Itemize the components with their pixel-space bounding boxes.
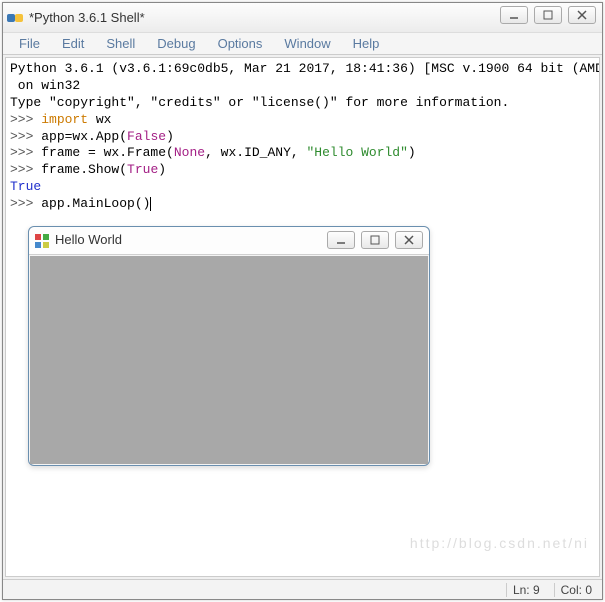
status-line: Ln: 9 bbox=[506, 583, 546, 597]
menu-bar: File Edit Shell Debug Options Window Hel… bbox=[3, 33, 602, 55]
kw-import: import bbox=[41, 112, 88, 127]
expr-pre: app=wx.App( bbox=[41, 129, 127, 144]
prompt: >>> bbox=[10, 196, 41, 211]
minimize-button[interactable] bbox=[500, 6, 528, 24]
kw-false: False bbox=[127, 129, 166, 144]
prompt: >>> bbox=[10, 112, 41, 127]
input-line-1: >>> import wx bbox=[10, 112, 595, 129]
window-title: *Python 3.6.1 Shell* bbox=[29, 10, 145, 25]
kw-true: True bbox=[127, 162, 158, 177]
prompt: >>> bbox=[10, 145, 41, 160]
input-line-4: >>> frame.Show(True) bbox=[10, 162, 595, 179]
wx-window-controls bbox=[327, 231, 423, 249]
shell-text-area[interactable]: Python 3.6.1 (v3.6.1:69c0db5, Mar 21 201… bbox=[5, 57, 600, 577]
expr-pre: frame.Show( bbox=[41, 162, 127, 177]
prompt: >>> bbox=[10, 129, 41, 144]
cursor-caret bbox=[150, 197, 151, 211]
close-button[interactable] bbox=[568, 6, 596, 24]
menu-file[interactable]: File bbox=[9, 34, 50, 53]
main-titlebar[interactable]: *Python 3.6.1 Shell* bbox=[3, 3, 602, 33]
wx-titlebar[interactable]: Hello World bbox=[29, 227, 429, 255]
banner-line-3: Type "copyright", "credits" or "license(… bbox=[10, 95, 595, 112]
idle-shell-window: *Python 3.6.1 Shell* File Edit Shell Deb… bbox=[2, 2, 603, 600]
menu-debug[interactable]: Debug bbox=[147, 34, 205, 53]
ident-wx: wx bbox=[88, 112, 111, 127]
prompt: >>> bbox=[10, 162, 41, 177]
expr-post: ) bbox=[408, 145, 416, 160]
banner-line-1: Python 3.6.1 (v3.6.1:69c0db5, Mar 21 201… bbox=[10, 61, 595, 78]
input-line-3: >>> frame = wx.Frame(None, wx.ID_ANY, "H… bbox=[10, 145, 595, 162]
input-line-2: >>> app=wx.App(False) bbox=[10, 129, 595, 146]
status-col: Col: 0 bbox=[554, 583, 598, 597]
banner-line-2: on win32 bbox=[10, 78, 595, 95]
wx-app-icon bbox=[35, 234, 49, 248]
wx-frame-window[interactable]: Hello World bbox=[28, 226, 430, 466]
expr: app.MainLoop() bbox=[41, 196, 150, 211]
expr-post: ) bbox=[158, 162, 166, 177]
input-line-5: >>> app.MainLoop() bbox=[10, 196, 595, 213]
wx-maximize-button[interactable] bbox=[361, 231, 389, 249]
wx-close-button[interactable] bbox=[395, 231, 423, 249]
menu-edit[interactable]: Edit bbox=[52, 34, 94, 53]
expr-post: ) bbox=[166, 129, 174, 144]
menu-shell[interactable]: Shell bbox=[96, 34, 145, 53]
status-bar: Ln: 9 Col: 0 bbox=[3, 579, 602, 599]
menu-window[interactable]: Window bbox=[274, 34, 340, 53]
wx-window-title: Hello World bbox=[55, 232, 122, 249]
watermark-text: http://blog.csdn.net/ni bbox=[410, 534, 589, 552]
menu-options[interactable]: Options bbox=[208, 34, 273, 53]
expr-mid: , wx.ID_ANY, bbox=[205, 145, 306, 160]
python-icon bbox=[7, 10, 23, 26]
kw-none: None bbox=[174, 145, 205, 160]
menu-help[interactable]: Help bbox=[343, 34, 390, 53]
string-literal: "Hello World" bbox=[306, 145, 407, 160]
wx-client-area[interactable] bbox=[30, 256, 428, 464]
expr-pre: frame = wx.Frame( bbox=[41, 145, 174, 160]
wx-minimize-button[interactable] bbox=[327, 231, 355, 249]
maximize-button[interactable] bbox=[534, 6, 562, 24]
result-line: True bbox=[10, 179, 595, 196]
window-controls bbox=[500, 6, 596, 24]
